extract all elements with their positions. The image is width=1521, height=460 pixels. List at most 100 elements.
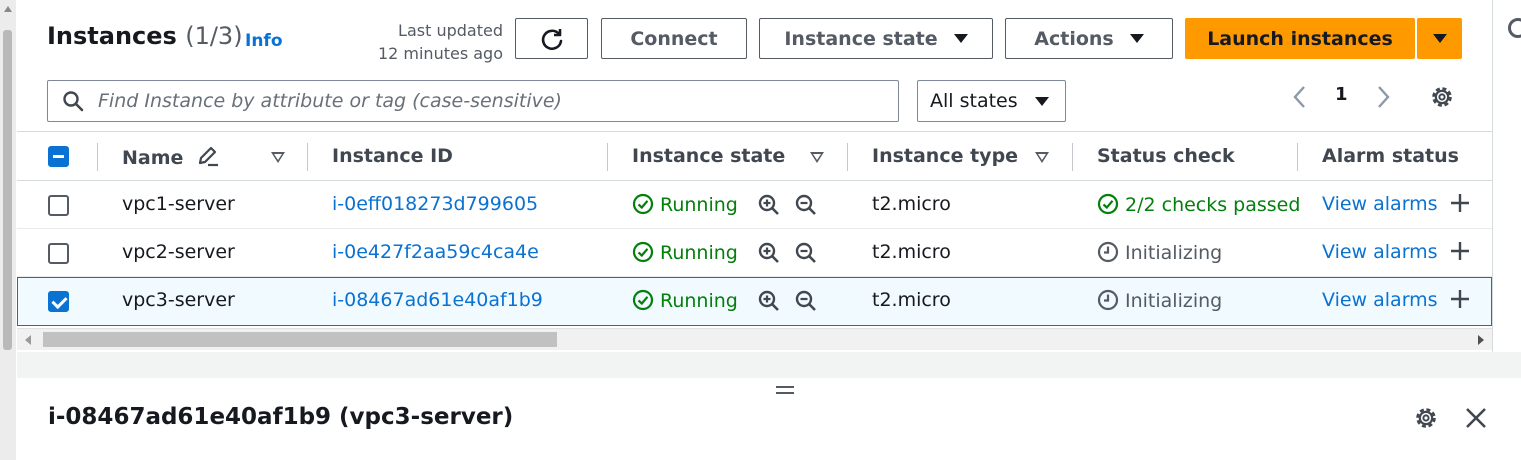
row-checkbox[interactable] xyxy=(48,195,69,216)
column-header-alarm-status[interactable]: Alarm status xyxy=(1322,145,1459,167)
status-check: 2/2 checks passed xyxy=(1097,193,1307,216)
plus-icon[interactable] xyxy=(1450,193,1470,213)
table-horizontal-scrollbar[interactable] xyxy=(17,328,1492,350)
edit-pencil-icon xyxy=(198,146,219,167)
close-icon[interactable] xyxy=(1464,406,1488,430)
view-alarms-link[interactable]: View alarms xyxy=(1322,289,1438,311)
zoom-out-icon[interactable] xyxy=(794,241,818,265)
sort-caret-icon[interactable] xyxy=(810,152,824,163)
column-divider xyxy=(607,143,608,171)
settings-gear-icon[interactable] xyxy=(1413,405,1439,431)
state-filter-value: All states xyxy=(930,90,1018,112)
scroll-right-arrow-icon[interactable] xyxy=(1478,335,1484,345)
zoom-in-icon[interactable] xyxy=(757,193,781,217)
instance-state-dropdown[interactable]: Instance state xyxy=(759,18,993,59)
search-icon xyxy=(63,91,84,112)
view-alarms-link[interactable]: View alarms xyxy=(1322,241,1438,263)
last-updated-time: 12 minutes ago xyxy=(377,44,503,63)
search-input[interactable] xyxy=(96,89,886,113)
last-updated-label: Last updated xyxy=(398,21,503,40)
caret-down-icon xyxy=(1432,34,1447,43)
settings-gear-icon[interactable] xyxy=(1429,84,1455,110)
clock-icon xyxy=(1097,241,1119,263)
instance-type: t2.micro xyxy=(872,241,951,263)
info-link[interactable]: Info xyxy=(245,31,283,51)
table-row[interactable]: vpc1-server i-0eff018273d799605 Running … xyxy=(17,181,1492,229)
page-title: Instances (1/3) xyxy=(47,22,243,50)
instance-id-link[interactable]: i-08467ad61e40af1b9 xyxy=(332,289,543,311)
drag-handle-icon[interactable] xyxy=(776,386,794,396)
check-circle-icon xyxy=(632,193,654,215)
plus-icon[interactable] xyxy=(1450,289,1470,309)
actions-dropdown[interactable]: Actions xyxy=(1005,18,1173,59)
scroll-up-arrow-icon[interactable] xyxy=(4,6,12,12)
table-row[interactable]: vpc3-server i-08467ad61e40af1b9 Running … xyxy=(17,277,1492,326)
zoom-in-icon[interactable] xyxy=(757,289,781,313)
instance-id-link[interactable]: i-0e427f2aa59c4ca4e xyxy=(332,241,539,263)
instance-name: vpc1-server xyxy=(122,193,235,215)
help-panel-icon[interactable] xyxy=(1508,18,1521,38)
instance-type: t2.micro xyxy=(872,193,951,215)
column-header-status-check[interactable]: Status check xyxy=(1097,145,1235,167)
status-check: Initializing xyxy=(1097,241,1307,264)
instance-state-status: Running xyxy=(632,241,738,264)
alarm-status: View alarms xyxy=(1322,193,1470,215)
current-page-number[interactable]: 1 xyxy=(1335,84,1348,105)
sort-caret-icon[interactable] xyxy=(271,152,285,163)
launch-instances-label: Launch instances xyxy=(1207,27,1393,50)
column-header-instance-id[interactable]: Instance ID xyxy=(332,145,453,167)
table-row[interactable]: vpc2-server i-0e427f2aa59c4ca4e Running … xyxy=(17,229,1492,277)
column-divider xyxy=(847,143,848,171)
instances-table-panel: Instances (1/3) Info Last updated 12 min… xyxy=(17,0,1492,352)
zoom-in-icon[interactable] xyxy=(757,241,781,265)
select-all-checkbox[interactable] xyxy=(48,146,69,167)
column-header-instance-type[interactable]: Instance type xyxy=(872,145,1018,167)
launch-instances-button[interactable]: Launch instances xyxy=(1185,18,1415,59)
status-check-text: Initializing xyxy=(1125,242,1223,264)
instance-state-text: Running xyxy=(660,242,738,264)
sort-caret-icon[interactable] xyxy=(1035,152,1049,163)
column-divider xyxy=(307,143,308,171)
clock-icon xyxy=(1097,289,1119,311)
row-checkbox[interactable] xyxy=(48,243,69,264)
alarm-status: View alarms xyxy=(1322,289,1470,311)
refresh-icon xyxy=(541,28,562,50)
page-scrollbar[interactable] xyxy=(0,0,16,460)
last-updated-text: Last updated 12 minutes ago xyxy=(367,19,503,65)
instance-state-status: Running xyxy=(632,193,738,216)
page-title-text: Instances xyxy=(47,22,177,50)
view-alarms-link[interactable]: View alarms xyxy=(1322,193,1438,215)
connect-label: Connect xyxy=(630,27,718,50)
instance-id-link[interactable]: i-0eff018273d799605 xyxy=(332,193,538,215)
page-scroll-thumb[interactable] xyxy=(3,30,12,350)
instance-state-status: Running xyxy=(632,289,738,312)
zoom-out-icon[interactable] xyxy=(794,193,818,217)
chevron-left-icon[interactable] xyxy=(1288,82,1312,112)
plus-icon[interactable] xyxy=(1450,241,1470,261)
instance-type: t2.micro xyxy=(872,289,951,311)
instance-state-text: Running xyxy=(660,194,738,216)
caret-down-icon xyxy=(1035,96,1049,106)
column-header-name[interactable]: Name xyxy=(122,145,220,169)
split-panel-divider[interactable] xyxy=(17,352,1521,378)
zoom-out-icon[interactable] xyxy=(794,289,818,313)
table-header: Name Instance ID Instance state Instance… xyxy=(17,131,1492,181)
status-check: Initializing xyxy=(1097,289,1307,312)
horizontal-scroll-thumb[interactable] xyxy=(43,332,557,347)
actions-label: Actions xyxy=(1034,27,1114,50)
chevron-right-icon[interactable] xyxy=(1371,82,1395,112)
right-side-rail xyxy=(1492,0,1521,378)
check-circle-icon xyxy=(632,241,654,263)
scroll-left-arrow-icon[interactable] xyxy=(25,335,31,345)
check-circle-icon xyxy=(1097,193,1119,215)
row-checkbox[interactable] xyxy=(48,291,69,312)
launch-instances-menu-button[interactable] xyxy=(1417,18,1462,59)
connect-button[interactable]: Connect xyxy=(601,18,747,59)
search-field[interactable] xyxy=(47,80,899,122)
state-filter-select[interactable]: All states xyxy=(917,80,1066,122)
instance-state-label: Instance state xyxy=(784,27,938,50)
alarm-status: View alarms xyxy=(1322,241,1470,263)
check-circle-icon xyxy=(632,289,654,311)
refresh-button[interactable] xyxy=(515,18,588,59)
column-header-instance-state[interactable]: Instance state xyxy=(632,145,785,167)
